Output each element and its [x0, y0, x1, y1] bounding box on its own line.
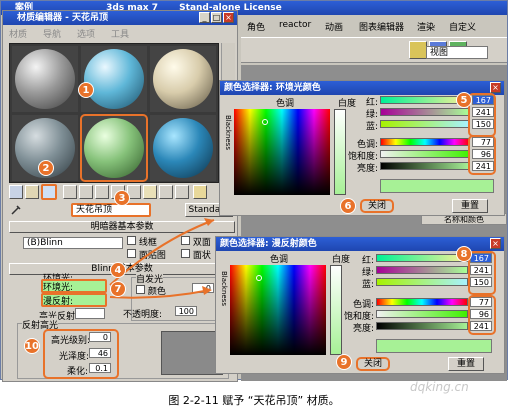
callout-3: 3 [114, 190, 130, 206]
callout-9: 9 [336, 354, 352, 370]
arrow-head-diffuse [202, 286, 212, 295]
callout-10: 10 [24, 338, 40, 354]
arrow-to-ambient-picker [109, 219, 215, 286]
figure-caption: 图 2-2-11 赋予 “天花吊顶” 材质。 [168, 394, 340, 407]
callout-5: 5 [456, 92, 472, 108]
pointer-arrows [109, 218, 215, 299]
watermark: dqking.cn [410, 380, 469, 394]
callout-1: 1 [78, 82, 94, 98]
callout-6: 6 [340, 198, 356, 214]
callout-7: 7 [110, 281, 126, 297]
callout-4: 4 [110, 262, 126, 278]
callout-8: 8 [456, 246, 472, 262]
arrow-head-ambient [204, 218, 214, 226]
callout-2: 2 [38, 160, 54, 176]
